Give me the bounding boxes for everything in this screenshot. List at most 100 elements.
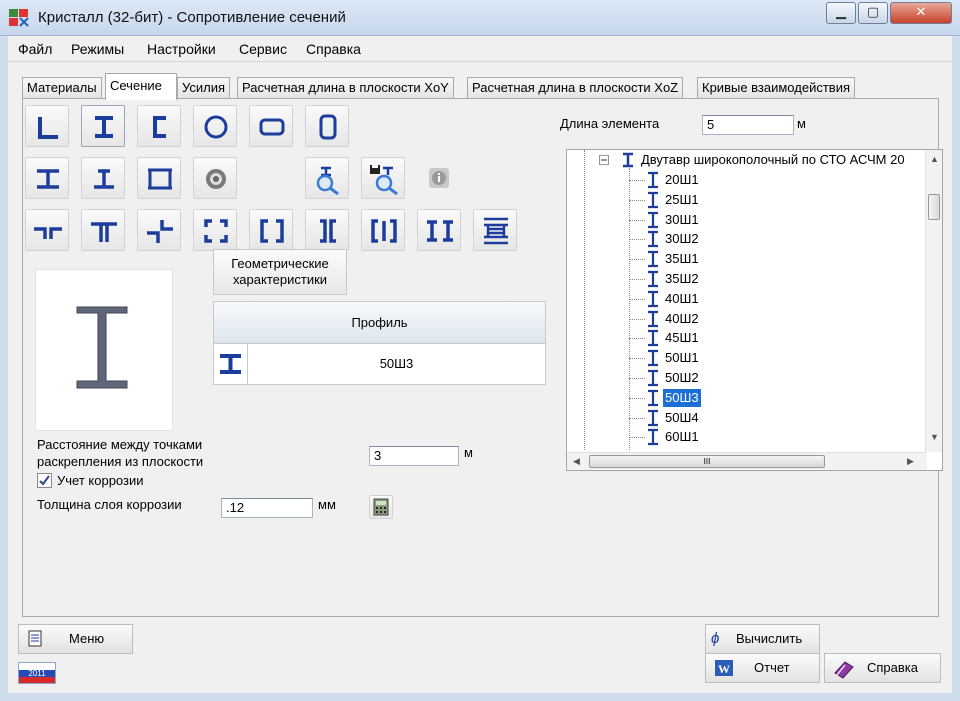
tree-connector <box>629 279 645 280</box>
menu-modes[interactable]: Режимы <box>71 41 124 57</box>
tree-item[interactable]: 35Ш2 <box>663 270 701 288</box>
tree-group-label[interactable]: Двутавр широкополочный по СТО АСЧМ 20 <box>641 152 905 170</box>
tree-item[interactable]: 50Ш4 <box>663 409 701 427</box>
geometric-properties-button[interactable]: Геометрические характеристики <box>213 249 347 295</box>
laced-section-icon <box>484 217 508 245</box>
scroll-left-icon[interactable]: ◀ <box>573 456 580 467</box>
tree-guide <box>584 150 585 450</box>
tree-item[interactable]: 40Ш1 <box>663 290 701 308</box>
distance-input[interactable]: 3 <box>369 446 459 466</box>
scroll-right-icon[interactable]: ▶ <box>907 456 914 467</box>
corrosion-thickness-input[interactable]: .12 <box>221 498 313 518</box>
section-library-button[interactable] <box>305 157 349 199</box>
info-button[interactable] <box>417 157 461 199</box>
profile-grid: Профиль 50Ш3 <box>213 301 546 385</box>
calculate-button-label: Вычислить <box>736 631 803 646</box>
info-icon <box>429 168 449 188</box>
ibeam-icon <box>220 354 241 374</box>
round-tube-section-button[interactable] <box>193 105 237 147</box>
angle-section-button[interactable] <box>25 105 69 147</box>
channel-pair-button[interactable] <box>361 209 405 251</box>
ibeam-preview-icon <box>76 306 128 389</box>
word-doc-icon: W <box>715 660 733 676</box>
tree-item[interactable]: 30Ш1 <box>663 211 701 229</box>
asym-ibeam-button[interactable] <box>81 157 125 199</box>
double-channel-box-button[interactable] <box>249 209 293 251</box>
client-area: Материалы Сечение Усилия Расчетная длина… <box>8 62 952 693</box>
save-section-button[interactable] <box>361 157 405 199</box>
tab-interaction-curves[interactable]: Кривые взаимодействия <box>697 77 855 99</box>
maximize-button[interactable]: ▢ <box>858 2 888 24</box>
menu-button[interactable]: Меню <box>18 624 133 654</box>
menu-settings[interactable]: Настройки <box>147 41 216 57</box>
solid-round-button[interactable] <box>193 157 237 199</box>
corrosion-checkbox-label: Учет коррозии <box>57 473 144 488</box>
tab-materials[interactable]: Материалы <box>22 77 102 99</box>
corrosion-checkbox[interactable] <box>37 473 52 488</box>
save-magnifier-icon <box>370 165 398 195</box>
tree-item[interactable]: 50Ш1 <box>663 349 701 367</box>
tree-item[interactable]: 50Ш3 <box>663 388 701 407</box>
vertical-scroll-thumb[interactable] <box>928 194 940 220</box>
element-length-input[interactable]: 5 <box>702 115 794 135</box>
box-section-button[interactable] <box>137 157 181 199</box>
tree-vertical-scrollbar[interactable]: ▲ ▼ <box>925 150 942 452</box>
tree-item[interactable]: 50Ш2 <box>663 369 701 387</box>
cross-angle-button[interactable] <box>137 209 181 251</box>
menu-help[interactable]: Справка <box>306 41 361 57</box>
tree-connector <box>629 298 645 300</box>
ibeam-icon <box>648 310 658 327</box>
double-ibeam-button[interactable] <box>417 209 461 251</box>
calculator-button[interactable] <box>369 495 393 519</box>
ibeam-section-button[interactable] <box>81 105 125 147</box>
tree-item[interactable]: 40Ш2 <box>663 310 701 328</box>
scroll-down-icon[interactable]: ▼ <box>930 432 939 442</box>
report-button[interactable]: W Отчет <box>705 653 820 683</box>
ibeam-icon <box>648 270 658 288</box>
profile-value[interactable]: 50Ш3 <box>248 344 545 384</box>
four-angle-button[interactable] <box>193 209 237 251</box>
tree-item[interactable]: 20Ш1 <box>663 171 701 189</box>
double-angle-button[interactable] <box>25 209 69 251</box>
rect-tube-icon <box>259 118 285 136</box>
tree-connector <box>629 358 645 360</box>
tree-item[interactable]: 45Ш1 <box>663 329 701 347</box>
double-angle-icon <box>34 227 62 239</box>
menu-file[interactable]: Файл <box>18 41 52 57</box>
square-tube-section-button[interactable] <box>305 105 349 147</box>
tree-item[interactable]: 25Ш1 <box>663 191 701 209</box>
scroll-up-icon[interactable]: ▲ <box>930 154 939 164</box>
tab-section[interactable]: Сечение <box>105 73 177 100</box>
tree-connector <box>629 338 645 340</box>
collapse-icon[interactable] <box>599 155 609 165</box>
tab-length-xoz[interactable]: Расчетная длина в плоскости XoZ <box>467 77 684 99</box>
rect-tube-section-button[interactable] <box>249 105 293 147</box>
tab-forces[interactable]: Усилия <box>177 77 231 99</box>
tree-horizontal-scrollbar[interactable]: ◀ III ▶ <box>567 452 927 470</box>
tab-length-xoy[interactable]: Расчетная длина в плоскости XoY <box>237 77 454 99</box>
laced-section-button[interactable] <box>473 209 517 251</box>
ibeam-icon <box>648 251 658 268</box>
tree-item[interactable]: 60Ш1 <box>663 428 701 446</box>
welded-ibeam-button[interactable] <box>25 157 69 199</box>
minimize-button[interactable]: ▁ <box>826 2 856 24</box>
tree-item[interactable]: 35Ш1 <box>663 250 701 268</box>
profile-tree[interactable]: Двутавр широкополочный по СТО АСЧМ 20 20… <box>566 149 943 471</box>
ibeam-icon <box>648 409 658 426</box>
tree-connector <box>629 417 645 419</box>
channel-section-button[interactable] <box>137 105 181 147</box>
report-button-label: Отчет <box>754 660 790 675</box>
tee-angle-button[interactable] <box>81 209 125 251</box>
tree-connector <box>629 259 645 261</box>
menu-service[interactable]: Сервис <box>239 41 287 57</box>
horizontal-scroll-thumb[interactable]: III <box>589 455 825 468</box>
cross-angle-icon <box>147 220 173 243</box>
help-button[interactable]: Справка <box>824 653 941 683</box>
calculate-button[interactable]: ϕ Вычислить <box>705 624 820 654</box>
square-tube-icon <box>319 114 337 140</box>
close-button[interactable]: ✕ <box>890 2 952 24</box>
ibeam-icon <box>648 171 658 189</box>
double-channel-back-button[interactable] <box>305 209 349 251</box>
tree-item[interactable]: 30Ш2 <box>663 230 701 248</box>
ibeam-icon <box>648 330 658 347</box>
